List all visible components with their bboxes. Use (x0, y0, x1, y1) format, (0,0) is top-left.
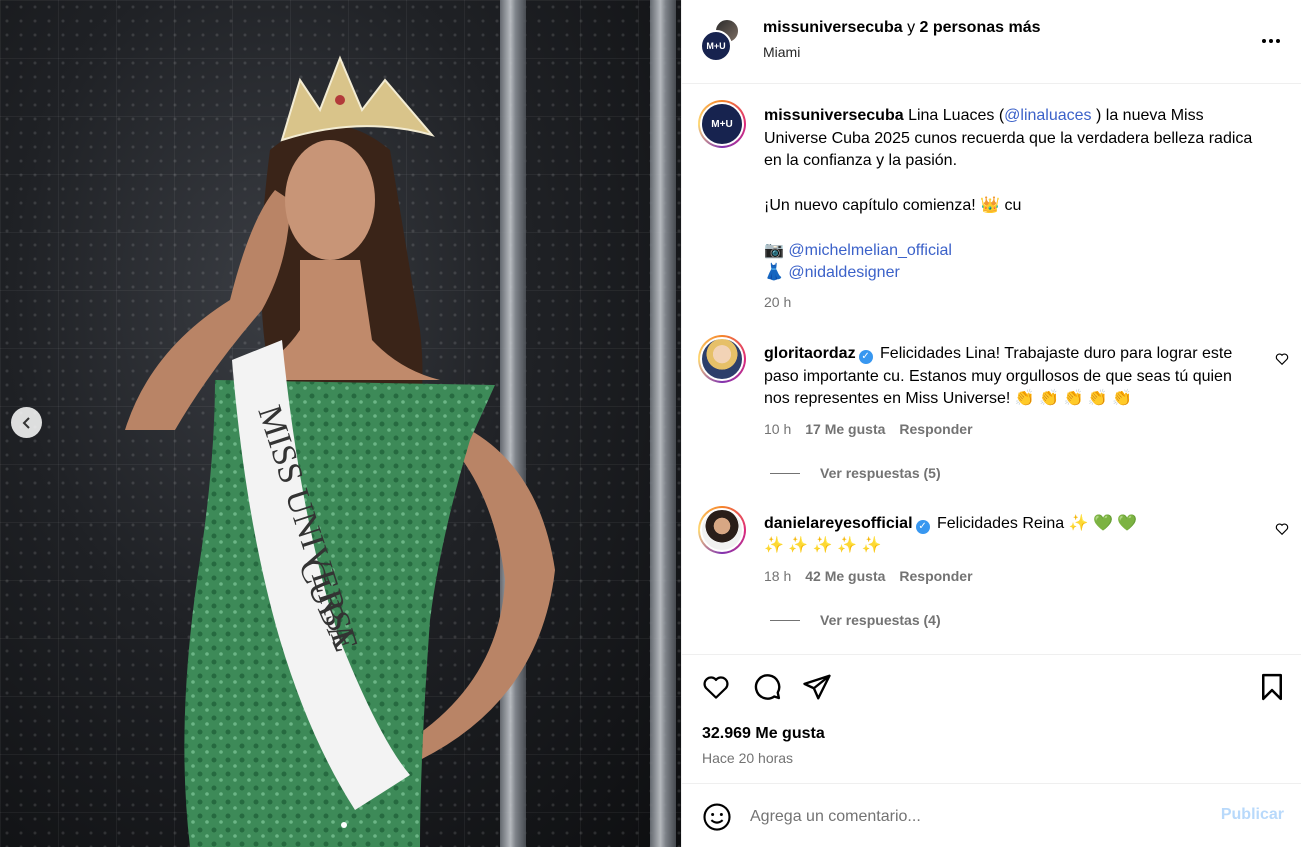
author-username[interactable]: missuniversecuba (763, 19, 903, 36)
dress-icon: 👗 (764, 264, 784, 281)
replies-divider (770, 472, 800, 474)
comment-meta: 10 h 17 Me gusta Responder (764, 421, 973, 437)
account-avatar: M+U (700, 30, 732, 62)
caption-credit-photo: 📷 @michelmelian_official (764, 240, 1254, 263)
reply-button[interactable]: Responder (899, 421, 972, 437)
collab-avatars[interactable]: M+U (700, 18, 744, 62)
more-dot-icon (1262, 39, 1266, 43)
comment-bubble-icon (754, 674, 781, 700)
heart-outline-icon (1275, 353, 1289, 366)
comment-text: gloritaordaz ✓ Felicidades Lina! Trabajas… (764, 343, 1254, 411)
paper-plane-icon (803, 674, 831, 700)
comment-time[interactable]: 18 h (764, 568, 791, 584)
smiley-icon (703, 803, 731, 831)
view-replies-label: Ver respuestas (4) (820, 612, 941, 628)
caption-meta: 20 h (764, 294, 791, 310)
post-location[interactable]: Miami (763, 44, 800, 60)
bookmark-icon (1262, 673, 1282, 701)
like-comment-button[interactable] (1274, 352, 1290, 368)
post-header: M+U missuniversecuba y 2 personas más Mi… (682, 0, 1301, 84)
post-authors: missuniversecuba y 2 personas más (763, 19, 1040, 37)
view-replies-button[interactable]: Ver respuestas (5) (770, 465, 941, 481)
emoji-picker-button[interactable] (702, 802, 732, 832)
comment-input[interactable] (750, 804, 1200, 830)
replies-divider (770, 619, 800, 621)
comments-section[interactable]: M+U missuniversecuba Lina Luaces (@linal… (682, 85, 1301, 653)
publish-button[interactable]: Publicar (1221, 806, 1284, 824)
more-dot-icon (1276, 39, 1280, 43)
more-options-button[interactable] (1260, 30, 1282, 52)
comment-body-line2: ✨ ✨ ✨ ✨ ✨ (764, 537, 882, 554)
caption-credit-dress: 👗 @nidaldesigner (764, 262, 1254, 285)
reply-button[interactable]: Responder (899, 568, 972, 584)
comment-likes[interactable]: 17 Me gusta (805, 421, 885, 437)
comment-button[interactable] (751, 672, 783, 704)
commenter-photo (700, 508, 744, 552)
woman-in-green-gown-figure: MISS UNIVERSE CUBA (125, 55, 555, 847)
commenter-avatar[interactable] (698, 335, 746, 383)
caption-avatar[interactable]: M+U (698, 100, 746, 148)
comment-time[interactable]: 10 h (764, 421, 791, 437)
caption-paragraph-2: ¡Un nuevo capítulo comienza! 👑 cu (764, 197, 1022, 214)
post-date[interactable]: Hace 20 horas (702, 750, 793, 766)
post-actions: 32.969 Me gusta Hace 20 horas (682, 654, 1301, 782)
caption-avatar-logo: M+U (700, 102, 744, 146)
heart-icon (703, 676, 729, 699)
caption-body-1: Lina Luaces ( (908, 107, 1005, 124)
post-details-panel: M+U missuniversecuba y 2 personas más Mi… (681, 0, 1301, 847)
chevron-left-icon (22, 416, 30, 429)
verified-badge-icon: ✓ (858, 350, 873, 364)
share-button[interactable] (801, 672, 833, 704)
likes-count[interactable]: 32.969 Me gusta (702, 725, 825, 743)
verified-badge-icon: ✓ (915, 520, 930, 534)
comment-meta: 18 h 42 Me gusta Responder (764, 568, 973, 584)
save-button[interactable] (1256, 672, 1288, 704)
carousel-dot (341, 822, 347, 828)
more-dot-icon (1269, 39, 1273, 43)
credit-photographer-link[interactable]: @michelmelian_official (788, 242, 952, 259)
like-button[interactable] (700, 672, 732, 704)
caption-time[interactable]: 20 h (764, 294, 791, 310)
view-replies-button[interactable]: Ver respuestas (4) (770, 612, 941, 628)
carousel-indicator (341, 822, 347, 828)
mention-link[interactable]: @linaluaces (1004, 107, 1091, 124)
commenter-photo (700, 337, 744, 381)
comment-body: Felicidades Reina ✨ 💚 💚 (936, 515, 1138, 532)
camera-icon: 📷 (764, 242, 784, 259)
post-photo[interactable]: MISS UNIVERSE CUBA (0, 0, 681, 847)
previous-image-button[interactable] (11, 407, 42, 438)
like-comment-button[interactable] (1274, 522, 1290, 538)
author-connector: y (907, 19, 916, 36)
caption-username[interactable]: missuniversecuba (764, 107, 904, 124)
heart-outline-icon (1275, 523, 1289, 536)
credit-designer-link[interactable]: @nidaldesigner (788, 264, 899, 281)
comment-username[interactable]: danielareyesofficial (764, 515, 913, 532)
view-replies-label: Ver respuestas (5) (820, 465, 941, 481)
comment-likes[interactable]: 42 Me gusta (805, 568, 885, 584)
comment-text: danielareyesofficial ✓ Felicidades Reina … (764, 513, 1254, 536)
caption-text: missuniversecuba Lina Luaces (@linaluace… (764, 105, 1254, 173)
comment-username[interactable]: gloritaordaz (764, 345, 856, 362)
comment-composer: Publicar (682, 783, 1301, 847)
coauthors-link[interactable]: 2 personas más (920, 19, 1041, 36)
commenter-avatar[interactable] (698, 506, 746, 554)
